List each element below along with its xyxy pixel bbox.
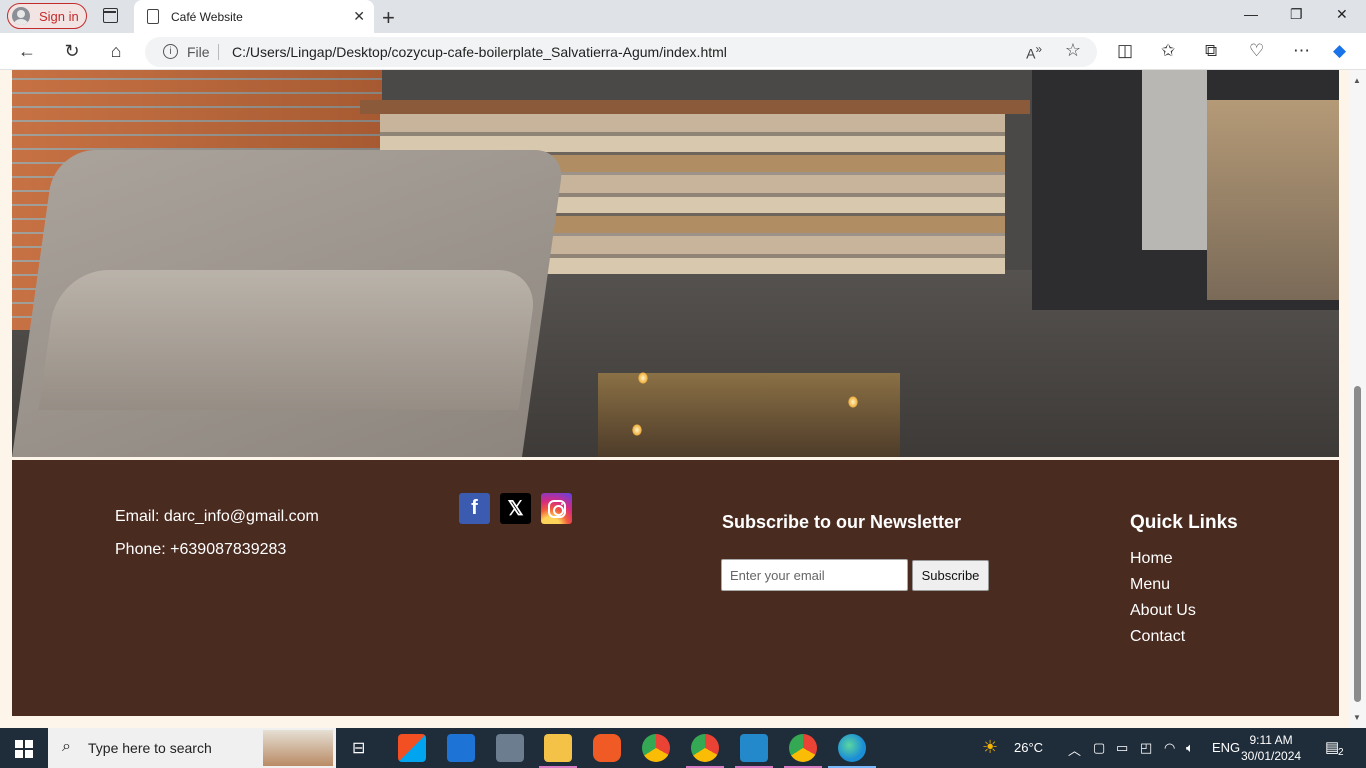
chrome-profile-icon[interactable] — [691, 734, 719, 762]
clock-time: 9:11 AM — [1249, 733, 1293, 747]
quick-links: Quick Links Home Menu About Us Contact — [1130, 512, 1238, 654]
subscribe-button[interactable]: Subscribe — [912, 560, 989, 591]
windows-start-icon[interactable] — [15, 740, 33, 758]
candle-light — [638, 372, 648, 384]
vscode-icon[interactable] — [740, 734, 768, 762]
link-home[interactable]: Home — [1130, 550, 1238, 568]
hero-counter-top — [360, 100, 1030, 114]
page-viewport: Email: darc_info@gmail.com Phone: +63908… — [0, 70, 1349, 728]
vertical-scrollbar[interactable]: ▲ ▼ — [1349, 70, 1366, 728]
copilot-icon[interactable]: ◆ — [1333, 41, 1346, 61]
page-icon — [147, 9, 159, 24]
tab-title: Café Website — [171, 9, 243, 24]
windows-taskbar: ⌕ Type here to search ⊟ ☀ 26°C ︿ ▢ ▭ ◰ ◠… — [0, 728, 1366, 768]
tab-cafe-website[interactable]: Café Website ✕ — [134, 0, 374, 33]
minimize-icon[interactable]: — — [1244, 6, 1258, 22]
contact-email: Email: darc_info@gmail.com — [115, 508, 319, 525]
split-screen-icon[interactable]: ◫ — [1117, 41, 1133, 61]
brave-icon[interactable] — [593, 734, 621, 762]
facebook-icon[interactable]: f — [459, 493, 490, 524]
instagram-icon[interactable] — [541, 493, 572, 524]
link-menu[interactable]: Menu — [1130, 576, 1238, 594]
wifi-icon[interactable]: ◠ — [1164, 740, 1175, 756]
search-highlight-image — [263, 730, 333, 766]
browser-essentials-icon[interactable]: ♡ — [1249, 41, 1264, 61]
read-aloud-icon[interactable]: A» — [1026, 43, 1042, 62]
edge-icon[interactable] — [838, 734, 866, 762]
battery-icon[interactable]: ▭ — [1116, 740, 1128, 756]
hero-glass-table — [598, 373, 900, 457]
home-icon[interactable]: ⌂ — [104, 39, 128, 63]
sign-in-label: Sign in — [39, 8, 79, 24]
contact-info: Email: darc_info@gmail.com Phone: +63908… — [115, 508, 319, 574]
scroll-down-icon[interactable]: ▼ — [1353, 713, 1361, 722]
more-icon[interactable]: ⋯ — [1293, 41, 1310, 61]
candle-light — [848, 396, 858, 408]
url-text[interactable]: C:/Users/Lingap/Desktop/cozycup-cafe-boi… — [232, 44, 727, 60]
address-bar-row: ← ↻ ⌂ i File C:/Users/Lingap/Desktop/coz… — [0, 33, 1366, 70]
chrome-icon[interactable] — [642, 734, 670, 762]
info-icon[interactable]: i — [163, 44, 178, 59]
email-input[interactable] — [721, 559, 908, 591]
file-label: File — [187, 44, 210, 60]
tab-actions-icon[interactable] — [103, 8, 118, 23]
restore-icon[interactable]: ❐ — [1290, 6, 1303, 23]
url-field[interactable]: i File C:/Users/Lingap/Desktop/cozycup-c… — [145, 37, 1097, 67]
hero-sofa — [12, 150, 566, 457]
volume-icon[interactable]: 🔈︎ — [1186, 740, 1194, 756]
clock-date: 30/01/2024 — [1241, 749, 1302, 763]
contact-phone: Phone: +639087839283 — [115, 541, 287, 558]
hero-right-floor — [1207, 100, 1339, 300]
browser-tab-bar: Sign in Café Website ✕ + — ❐ ✕ — [0, 0, 1366, 33]
social-links: f 𝕏 — [459, 493, 572, 524]
notification-count: 2 — [1338, 747, 1344, 758]
collections-icon[interactable]: ⧉ — [1205, 41, 1217, 61]
quick-links-title: Quick Links — [1130, 512, 1238, 533]
store-icon[interactable] — [398, 734, 426, 762]
back-icon[interactable]: ← — [15, 39, 39, 63]
calendar-icon[interactable] — [447, 734, 475, 762]
file-explorer-icon[interactable] — [544, 734, 572, 762]
favorite-star-icon[interactable]: ☆ — [1065, 40, 1081, 61]
divider — [218, 44, 219, 60]
sign-in-button[interactable]: Sign in — [7, 3, 87, 29]
scrollbar-thumb[interactable] — [1354, 386, 1361, 702]
close-tab-icon[interactable]: ✕ — [353, 8, 365, 25]
network-status-icon[interactable]: ◰ — [1140, 740, 1152, 756]
weather-temp[interactable]: 26°C — [1014, 740, 1043, 755]
search-placeholder: Type here to search — [88, 740, 212, 756]
taskbar-search[interactable]: ⌕ Type here to search — [48, 728, 336, 768]
close-window-icon[interactable]: ✕ — [1336, 6, 1348, 23]
x-icon[interactable]: 𝕏 — [500, 493, 531, 524]
search-icon: ⌕ — [62, 738, 71, 755]
candle-light — [632, 424, 642, 436]
profile-icon — [12, 7, 30, 25]
newsletter-section: Subscribe to our Newsletter Subscribe — [721, 512, 989, 591]
meet-now-icon[interactable]: ▢ — [1093, 740, 1105, 756]
site-footer: Email: darc_info@gmail.com Phone: +63908… — [12, 460, 1339, 716]
clock[interactable]: 9:11 AM 30/01/2024 — [1241, 732, 1301, 764]
scroll-up-icon[interactable]: ▲ — [1353, 76, 1361, 85]
newsletter-title: Subscribe to our Newsletter — [722, 512, 962, 532]
refresh-icon[interactable]: ↻ — [60, 39, 84, 63]
weather-icon[interactable]: ☀ — [982, 737, 998, 758]
show-hidden-icons-icon[interactable]: ︿ — [1068, 740, 1081, 759]
task-view-icon[interactable]: ⊟ — [352, 738, 365, 758]
hero-pillar — [1142, 70, 1207, 250]
cafe-interior-image — [12, 70, 1339, 457]
language-indicator[interactable]: ENG — [1212, 740, 1240, 755]
new-tab-icon[interactable]: + — [382, 5, 395, 31]
chrome-profile-2-icon[interactable] — [789, 734, 817, 762]
link-about-us[interactable]: About Us — [1130, 602, 1238, 620]
favorites-icon[interactable]: ✩ — [1161, 41, 1175, 61]
link-contact[interactable]: Contact — [1130, 628, 1238, 646]
calculator-icon[interactable] — [496, 734, 524, 762]
